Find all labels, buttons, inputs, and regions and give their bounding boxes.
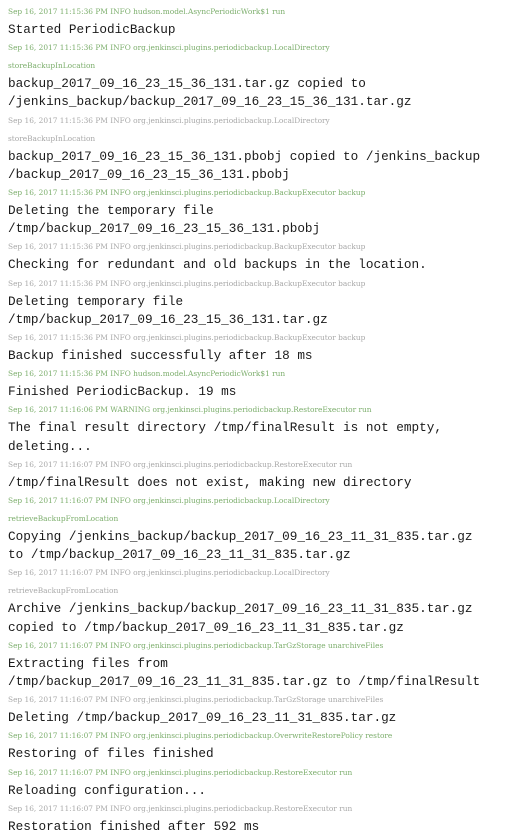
log-entry-message: Checking for redundant and old backups i… — [8, 257, 427, 273]
log-entry: Sep 16, 2017 11:15:36 PM INFO hudson.mod… — [8, 365, 506, 401]
log-entry: Sep 16, 2017 11:16:06 PM WARNING org.jen… — [8, 401, 506, 455]
log-entry-message: Archive /jenkins_backup/backup_2017_09_1… — [8, 601, 473, 617]
log-entry: Sep 16, 2017 11:16:07 PM INFO org.jenkin… — [8, 691, 506, 727]
log-entry-meta: Sep 16, 2017 11:16:07 PM INFO org.jenkin… — [8, 767, 353, 777]
log-entry: Sep 16, 2017 11:15:36 PM INFO org.jenkin… — [8, 275, 506, 329]
log-entry-message: to /tmp/backup_2017_09_16_23_11_31_835.t… — [8, 547, 351, 563]
log-entry: Sep 16, 2017 11:16:07 PM INFO org.jenkin… — [8, 564, 506, 636]
log-entry-meta: Sep 16, 2017 11:15:36 PM INFO org.jenkin… — [8, 188, 366, 198]
log-entry-message: /jenkins_backup/backup_2017_09_16_23_15_… — [8, 94, 412, 110]
log-entry-meta: Sep 16, 2017 11:16:07 PM INFO org.jenkin… — [8, 459, 353, 469]
log-entry: Sep 16, 2017 11:16:07 PM INFO org.jenkin… — [8, 637, 506, 691]
log-entry-message: The final result directory /tmp/finalRes… — [8, 420, 442, 436]
log-entry-meta: storeBackupInLocation — [8, 133, 96, 143]
log-page: { "log": { "entries": [ {"meta": ["Sep 1… — [0, 0, 506, 836]
log-entry-meta: Sep 16, 2017 11:16:07 PM INFO org.jenkin… — [8, 695, 384, 705]
log-entry-message: Copying /jenkins_backup/backup_2017_09_1… — [8, 529, 473, 545]
log-entry-message: Deleting /tmp/backup_2017_09_16_23_11_31… — [8, 710, 397, 726]
log-entry-message: Restoring of files finished — [8, 746, 214, 762]
log-entry: Sep 16, 2017 11:16:07 PM INFO org.jenkin… — [8, 800, 506, 836]
log-entry-meta: Sep 16, 2017 11:15:36 PM INFO org.jenkin… — [8, 43, 330, 53]
log-entry-message: /backup_2017_09_16_23_15_36_131.pbobj — [8, 166, 290, 182]
log-entry-message: Extracting files from — [8, 655, 168, 671]
log-entry-message: Deleting the temporary file — [8, 203, 214, 219]
log-entry-message: Deleting temporary file — [8, 293, 184, 309]
log-entry-meta: Sep 16, 2017 11:16:07 PM INFO org.jenkin… — [8, 496, 330, 506]
log-entry-meta: storeBackupInLocation — [8, 61, 96, 71]
log-entry: Sep 16, 2017 11:15:36 PM INFO org.jenkin… — [8, 112, 506, 184]
log-entry: Sep 16, 2017 11:16:07 PM INFO org.jenkin… — [8, 456, 506, 492]
log-entry-meta: Sep 16, 2017 11:16:07 PM INFO org.jenkin… — [8, 731, 393, 741]
console-log: Sep 16, 2017 11:15:36 PM INFO hudson.mod… — [8, 3, 506, 836]
log-entry-message: Backup finished successfully after 18 ms — [8, 348, 313, 364]
log-entry: Sep 16, 2017 11:15:36 PM INFO org.jenkin… — [8, 39, 506, 111]
log-entry-meta: Sep 16, 2017 11:15:36 PM INFO org.jenkin… — [8, 333, 366, 343]
log-entry-message: deleting... — [8, 438, 92, 454]
log-entry-meta: Sep 16, 2017 11:15:36 PM INFO hudson.mod… — [8, 369, 286, 379]
log-entry-meta: Sep 16, 2017 11:15:36 PM INFO org.jenkin… — [8, 278, 366, 288]
log-entry-message: /tmp/backup_2017_09_16_23_15_36_131.pbob… — [8, 221, 321, 237]
log-entry-meta: Sep 16, 2017 11:15:36 PM INFO org.jenkin… — [8, 242, 366, 252]
log-entry-message: backup_2017_09_16_23_15_36_131.pbobj cop… — [8, 148, 481, 164]
log-entry-meta: Sep 16, 2017 11:15:36 PM INFO org.jenkin… — [8, 115, 330, 125]
log-entry-message: Restoration finished after 592 ms — [8, 818, 260, 834]
log-entry: Sep 16, 2017 11:16:07 PM INFO org.jenkin… — [8, 727, 506, 763]
log-entry-meta: retrieveBackupFromLocation — [8, 586, 119, 596]
log-entry: Sep 16, 2017 11:16:07 PM INFO org.jenkin… — [8, 764, 506, 800]
log-entry-meta: Sep 16, 2017 11:16:07 PM INFO org.jenkin… — [8, 640, 384, 650]
log-entry-meta: Sep 16, 2017 11:16:06 PM WARNING org.jen… — [8, 405, 372, 415]
log-entry-message: copied to /tmp/backup_2017_09_16_23_11_3… — [8, 619, 404, 635]
log-entry-message: /tmp/finalResult does not exist, making … — [8, 474, 412, 490]
log-entry: Sep 16, 2017 11:16:07 PM INFO org.jenkin… — [8, 492, 506, 564]
log-entry: Sep 16, 2017 11:15:36 PM INFO org.jenkin… — [8, 238, 506, 274]
log-entry: Sep 16, 2017 11:15:36 PM INFO hudson.mod… — [8, 3, 506, 39]
log-entry-meta: retrieveBackupFromLocation — [8, 514, 119, 524]
log-entry-meta: Sep 16, 2017 11:16:07 PM INFO org.jenkin… — [8, 803, 353, 813]
log-entry: Sep 16, 2017 11:15:36 PM INFO org.jenkin… — [8, 184, 506, 238]
log-entry-message: /tmp/backup_2017_09_16_23_11_31_835.tar.… — [8, 674, 481, 690]
log-entry-message: Started PeriodicBackup — [8, 22, 176, 37]
log-entry-meta: Sep 16, 2017 11:15:36 PM INFO hudson.mod… — [8, 7, 286, 16]
log-entry-meta: Sep 16, 2017 11:16:07 PM INFO org.jenkin… — [8, 568, 330, 578]
log-entry-message: /tmp/backup_2017_09_16_23_15_36_131.tar.… — [8, 311, 328, 327]
log-entry: Sep 16, 2017 11:15:36 PM INFO org.jenkin… — [8, 329, 506, 365]
log-entry-message: Reloading configuration... — [8, 782, 206, 798]
log-entry-message: Finished PeriodicBackup. 19 ms — [8, 384, 237, 400]
log-entry-message: backup_2017_09_16_23_15_36_131.tar.gz co… — [8, 76, 366, 92]
